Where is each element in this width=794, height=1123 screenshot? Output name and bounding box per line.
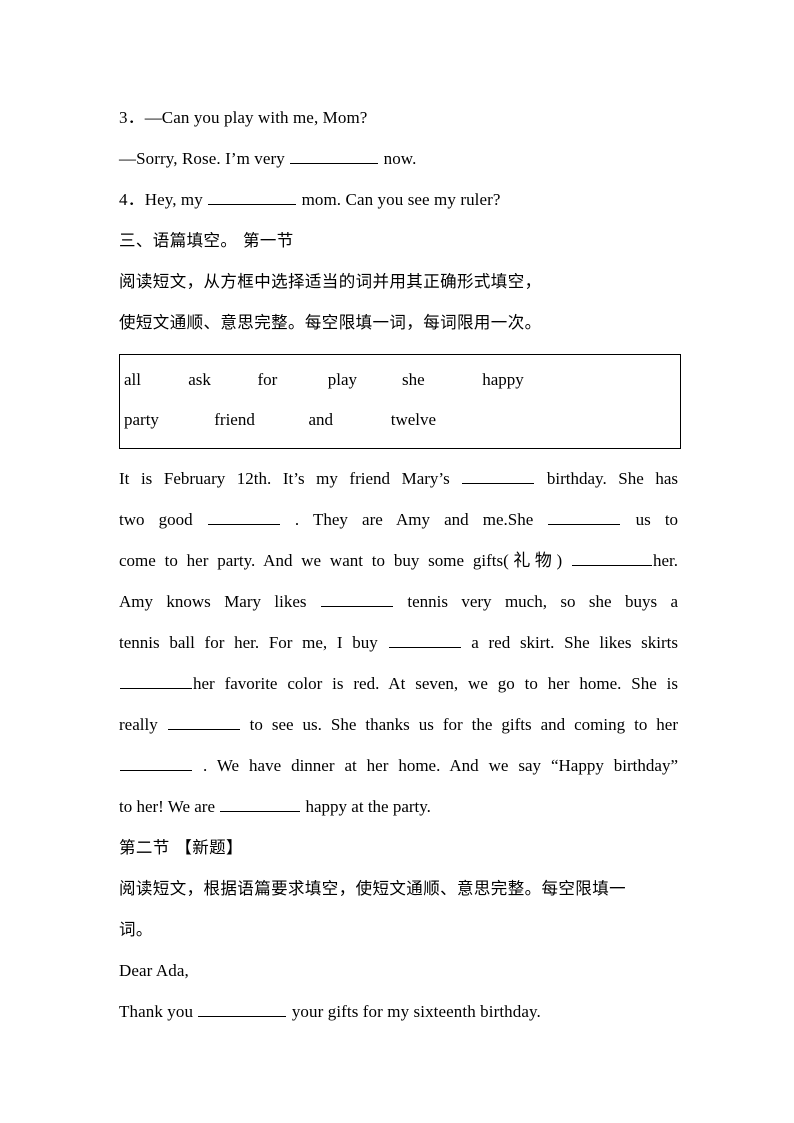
passage-text: her favorite color is red. At seven, we … [193, 674, 678, 693]
word-bank-word[interactable]: twelve [391, 400, 436, 440]
passage-text: . We have dinner at her home. And we say… [202, 756, 678, 775]
word-bank-word[interactable]: friend [214, 400, 304, 440]
passage-line: her favorite color is red. At seven, we … [119, 663, 678, 704]
word-bank-word[interactable]: ask [188, 360, 253, 400]
passage-line: really to see us. She thanks us for the … [119, 704, 678, 745]
section-two-heading: 第二节 【新题】 [119, 838, 243, 857]
passage-text: her. [652, 551, 678, 570]
passage-text: come to her party. And we want to buy so… [119, 551, 563, 570]
passage-text: really [119, 715, 158, 734]
question-4-text-after: mom. Can you see my ruler? [301, 190, 501, 209]
answer-blank[interactable] [290, 149, 379, 164]
answer-blank[interactable] [548, 510, 621, 525]
word-bank-word[interactable]: she [402, 360, 478, 400]
section-three-heading: 三、语篇填空。 第一节 [119, 231, 294, 250]
passage-text: two good [119, 510, 193, 529]
word-bank-word[interactable]: party [124, 400, 210, 440]
word-bank-word[interactable]: all [124, 360, 184, 400]
answer-blank[interactable] [320, 592, 393, 607]
passage-text: to see us. She thanks us for the gifts a… [249, 715, 679, 734]
passage-text: a red skirt. She likes skirts [471, 633, 679, 652]
word-bank-box: all ask for play she happy party friend … [119, 354, 681, 449]
passage-line: to her! We are happy at the party. [119, 786, 678, 827]
word-bank-row: all ask for play she happy [124, 360, 680, 400]
question-3-line-2: —Sorry, Rose. I’m very now. [119, 138, 678, 179]
passage-line: Amy knows Mary likes tennis very much, s… [119, 581, 678, 622]
passage-line: tennis ball for her. For me, I buy a red… [119, 622, 678, 663]
passage-line: come to her party. And we want to buy so… [119, 540, 678, 581]
answer-blank[interactable] [207, 510, 280, 525]
passage-text: tennis very much, so she buys a [407, 592, 679, 611]
word-bank-word[interactable]: and [309, 400, 387, 440]
passage-line: It is February 12th. It’s my friend Mary… [119, 458, 678, 499]
word-bank-word[interactable]: happy [482, 360, 524, 400]
word-bank-row: party friend and twelve [124, 400, 680, 440]
passage-text: us to [635, 510, 679, 529]
question-4-line: 4．Hey, my mom. Can you see my ruler? [119, 179, 678, 220]
question-3-text-after: now. [383, 149, 417, 168]
answer-blank[interactable] [571, 551, 652, 566]
word-bank-word[interactable]: for [258, 360, 324, 400]
worksheet-page: 3．—Can you play with me, Mom? —Sorry, Ro… [0, 0, 794, 1123]
answer-blank[interactable] [208, 190, 297, 205]
section-two-instruction-line-1: 阅读短文，根据语篇要求填空，使短文通顺、意思完整。每空限填一 [119, 879, 626, 898]
passage-text: tennis ball for her. For me, I buy [119, 633, 378, 652]
answer-blank[interactable] [388, 633, 461, 648]
passage-text: . They are Amy and me.She [294, 510, 534, 529]
answer-blank[interactable] [120, 674, 192, 689]
question-4-text-before: 4．Hey, my [119, 190, 203, 209]
letter-salutation: Dear Ada, [119, 961, 189, 980]
answer-blank[interactable] [167, 715, 240, 730]
passage-line: . We have dinner at her home. And we say… [119, 745, 678, 786]
passage-text: happy at the party. [305, 797, 431, 816]
passage-text: Amy knows Mary likes [119, 592, 307, 611]
passage-text: to her! We are [119, 797, 216, 816]
answer-blank[interactable] [462, 469, 535, 484]
answer-blank[interactable] [120, 756, 192, 771]
section-three-instruction-line-2: 使短文通顺、意思完整。每空限填一词，每词限用一次。 [119, 313, 542, 332]
answer-blank[interactable] [198, 1002, 287, 1017]
letter-line: Thank you your gifts for my sixteenth bi… [119, 991, 678, 1032]
question-3-text-before: —Sorry, Rose. I’m very [119, 149, 285, 168]
passage-text: birthday. She has [546, 469, 679, 488]
section-three-instruction-line-1: 阅读短文，从方框中选择适当的词并用其正确形式填空， [119, 272, 542, 291]
passage-text: It is February 12th. It’s my friend Mary… [119, 469, 450, 488]
question-3-line-1: 3．—Can you play with me, Mom? [119, 108, 368, 127]
section-two-instruction-line-2: 词。 [119, 920, 153, 939]
answer-blank[interactable] [220, 797, 301, 812]
word-bank-word[interactable]: play [328, 360, 398, 400]
passage-line: two good . They are Amy and me.She us to [119, 499, 678, 540]
letter-text-after: your gifts for my sixteenth birthday. [291, 1002, 541, 1021]
letter-text-before: Thank you [119, 1002, 194, 1021]
